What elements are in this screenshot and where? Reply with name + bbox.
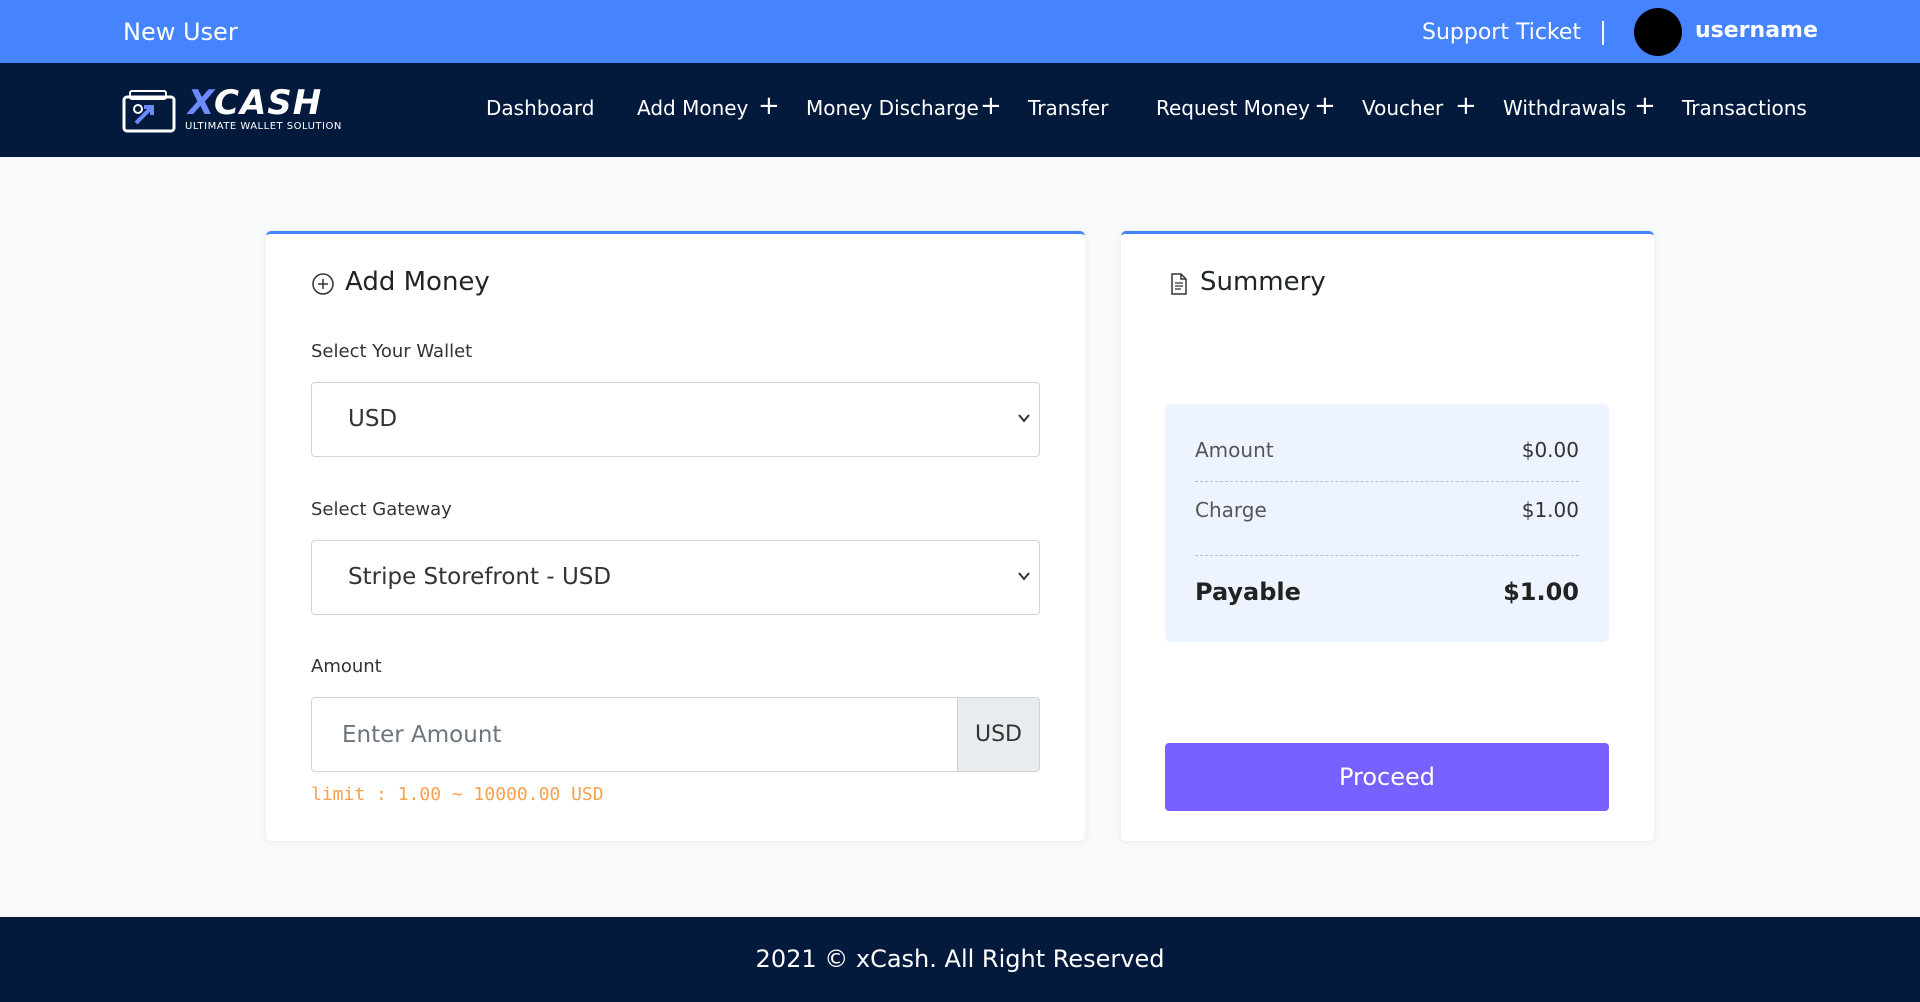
summary-amount-value: $0.00 <box>1521 438 1579 462</box>
wallet-label: Select Your Wallet <box>311 341 473 362</box>
summary-title: Summery <box>1200 267 1326 297</box>
proceed-button[interactable]: Proceed <box>1165 743 1609 811</box>
summary-payable-label: Payable <box>1195 578 1301 606</box>
add-money-title: Add Money <box>345 267 490 297</box>
nav-dashboard[interactable]: Dashboard <box>486 96 595 120</box>
footer: 2021 © xCash. All Right Reserved <box>0 917 1920 1002</box>
gateway-select[interactable]: Stripe Storefront - USD <box>311 540 1040 615</box>
nav-transactions[interactable]: Transactions <box>1682 96 1807 120</box>
amount-input-group: USD <box>311 697 1040 772</box>
footer-copyright: 2021 © xCash. All Right Reserved <box>755 945 1165 973</box>
wallet-select[interactable]: USD <box>311 382 1040 457</box>
wallet-logo-icon <box>122 90 176 133</box>
summary-divider <box>1195 481 1579 482</box>
amount-label: Amount <box>311 656 382 677</box>
gateway-label: Select Gateway <box>311 499 452 520</box>
chevron-down-icon <box>1018 572 1030 581</box>
gateway-select-value: Stripe Storefront - USD <box>348 564 612 590</box>
main-navbar: XCASH ULTIMATE WALLET SOLUTION Dashboard… <box>0 63 1920 157</box>
divider <box>1602 21 1604 45</box>
summary-card: Summery Amount $0.00 Charge $1.00 Payabl… <box>1121 231 1654 841</box>
avatar[interactable] <box>1634 8 1682 56</box>
nav-add-money-plus-icon[interactable]: + <box>758 91 780 121</box>
summary-charge-label: Charge <box>1195 498 1267 522</box>
plus-circle-icon <box>312 273 334 295</box>
brand-tagline: ULTIMATE WALLET SOLUTION <box>185 121 342 132</box>
nav-voucher[interactable]: Voucher <box>1362 96 1443 120</box>
nav-withdrawals[interactable]: Withdrawals <box>1503 96 1626 120</box>
nav-request-money[interactable]: Request Money <box>1156 96 1310 120</box>
summary-amount-label: Amount <box>1195 438 1274 462</box>
chevron-down-icon <box>1018 414 1030 423</box>
document-icon <box>1171 273 1187 295</box>
summary-divider <box>1195 555 1579 556</box>
brand-logo[interactable]: XCASH ULTIMATE WALLET SOLUTION <box>122 83 352 137</box>
nav-withdrawals-plus-icon[interactable]: + <box>1634 91 1656 121</box>
amount-currency-addon: USD <box>957 697 1040 772</box>
top-bar: New User Support Ticket username <box>0 0 1920 63</box>
nav-add-money[interactable]: Add Money <box>637 96 748 120</box>
summary-payable-value: $1.00 <box>1503 578 1579 606</box>
greeting-text: New User <box>123 18 238 46</box>
summary-charge-value: $1.00 <box>1521 498 1579 522</box>
nav-voucher-plus-icon[interactable]: + <box>1455 91 1477 121</box>
summary-box: Amount $0.00 Charge $1.00 Payable $1.00 <box>1165 404 1609 642</box>
nav-money-discharge[interactable]: Money Discharge <box>806 96 979 120</box>
brand-wordmark: XCASH <box>188 83 323 123</box>
nav-money-discharge-plus-icon[interactable]: + <box>980 91 1002 121</box>
username-link[interactable]: username <box>1695 18 1818 43</box>
nav-request-money-plus-icon[interactable]: + <box>1314 91 1336 121</box>
limit-text: limit : 1.00 ~ 10000.00 USD <box>311 784 604 805</box>
add-money-card: Add Money Select Your Wallet USD Select … <box>266 231 1085 841</box>
support-ticket-link[interactable]: Support Ticket <box>1422 20 1581 45</box>
amount-input[interactable] <box>311 697 957 772</box>
nav-transfer[interactable]: Transfer <box>1028 96 1108 120</box>
wallet-select-value: USD <box>348 406 398 432</box>
